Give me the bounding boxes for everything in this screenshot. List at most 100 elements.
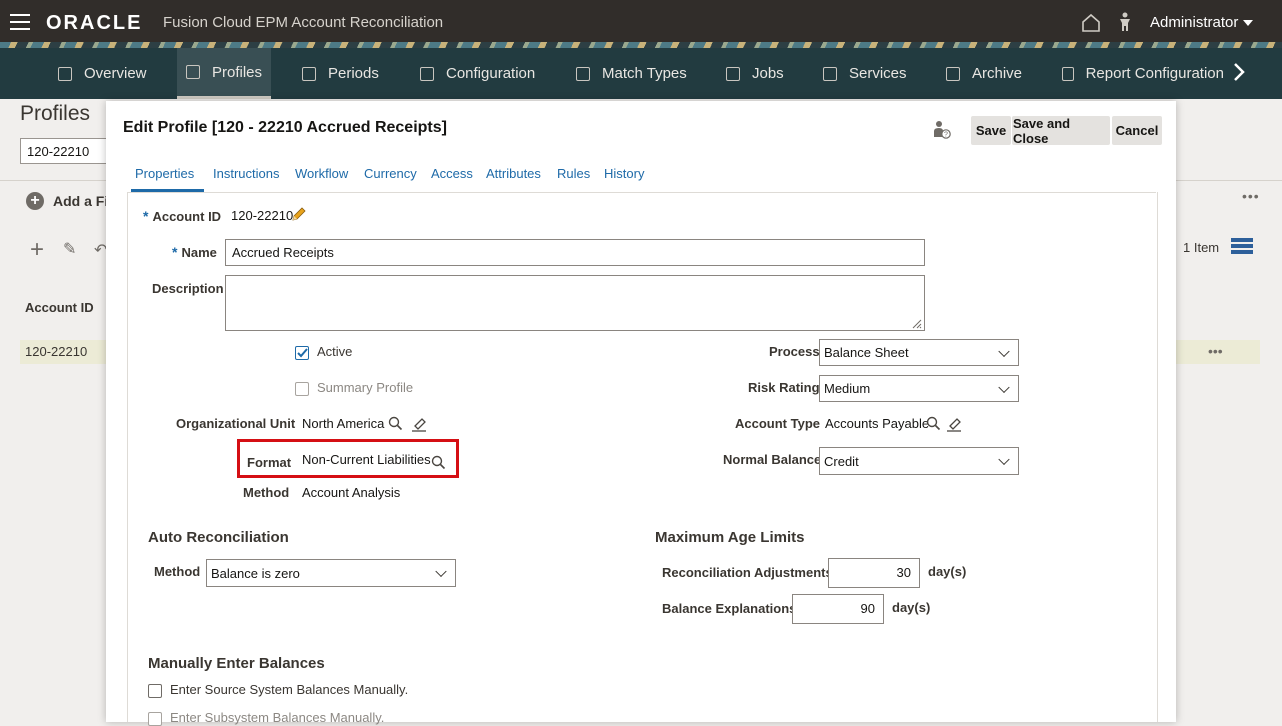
source-balances-label: Enter Source System Balances Manually.: [170, 682, 409, 697]
tab-rules[interactable]: Rules: [557, 166, 590, 181]
risk-rating-select[interactable]: Medium: [819, 375, 1019, 402]
menu-icon[interactable]: [10, 14, 30, 30]
tab-properties[interactable]: Properties: [135, 166, 194, 181]
nav-match-types[interactable]: Match Types: [576, 48, 687, 99]
nav-label: Overview: [84, 65, 147, 82]
more-actions-icon[interactable]: •••: [1242, 188, 1260, 204]
add-filter-button[interactable]: + Add a Fi: [26, 192, 108, 210]
process-select[interactable]: Balance Sheet: [819, 339, 1019, 366]
home-icon[interactable]: [1081, 13, 1101, 38]
tab-currency[interactable]: Currency: [364, 166, 417, 181]
list-view-icon[interactable]: [1231, 238, 1253, 256]
account-type-label: Account Type: [735, 416, 820, 431]
balance-explanations-input[interactable]: 90: [792, 594, 884, 624]
nav-label: Report Configuration: [1085, 65, 1224, 82]
document-match-icon: [576, 66, 590, 81]
cancel-button[interactable]: Cancel: [1112, 116, 1162, 145]
svg-text:?: ?: [944, 132, 948, 139]
auto-method-value: Balance is zero: [211, 565, 300, 581]
edit-icon[interactable]: ✎: [63, 239, 76, 259]
auto-method-select[interactable]: Balance is zero: [206, 559, 456, 587]
clear-icon[interactable]: [411, 416, 428, 437]
manual-balances-heading: Manually Enter Balances: [148, 655, 325, 672]
dialog-title: Edit Profile [120 - 22210 Accrued Receip…: [123, 119, 447, 136]
active-checkbox[interactable]: [295, 346, 309, 360]
nav-jobs[interactable]: Jobs: [726, 48, 784, 99]
balance-explanations-unit: day(s): [892, 600, 931, 615]
source-balances-checkbox[interactable]: [148, 684, 162, 698]
summary-profile-checkbox[interactable]: [295, 382, 309, 396]
user-menu[interactable]: Administrator: [1150, 14, 1238, 31]
chevron-down-icon: [435, 565, 447, 578]
column-header-account-id[interactable]: Account ID: [25, 300, 94, 315]
chevron-down-icon: [998, 381, 1010, 393]
auto-method-label: Method: [154, 564, 201, 579]
nav-archive[interactable]: Archive: [946, 48, 1022, 99]
process-value: Balance Sheet: [824, 345, 909, 360]
active-label: Active: [317, 344, 353, 359]
add-filter-label: Add a Fi: [53, 193, 109, 209]
chevron-down-icon: [998, 453, 1010, 466]
search-input[interactable]: 120-22210: [20, 138, 110, 164]
nav-profiles[interactable]: Profiles: [177, 48, 272, 99]
oracle-logo: ORACLE: [46, 12, 143, 34]
clipboard-jobs-icon: [726, 66, 740, 81]
risk-rating-label: Risk Rating: [748, 380, 820, 395]
account-type-value: Accounts Payable: [825, 416, 930, 431]
normal-balance-label: Normal Balance: [723, 452, 822, 467]
nav-label: Jobs: [752, 65, 784, 82]
clear-icon[interactable]: [946, 416, 963, 437]
account-id-label: * Account ID: [143, 208, 222, 224]
subsystem-balances-checkbox[interactable]: [148, 712, 162, 726]
nav-label: Archive: [972, 65, 1023, 82]
tab-access[interactable]: Access: [431, 166, 473, 181]
nav-services[interactable]: Services: [823, 48, 907, 99]
search-icon[interactable]: [388, 416, 403, 436]
account-id-value: 120-22210: [231, 208, 294, 223]
add-icon[interactable]: +: [30, 236, 44, 264]
nav-label: Match Types: [602, 65, 687, 82]
normal-balance-value: Credit: [824, 453, 859, 469]
help-icon[interactable]: ?: [933, 120, 951, 145]
row-actions-icon[interactable]: •••: [1208, 343, 1223, 359]
pencil-icon[interactable]: [290, 207, 306, 228]
chevron-right-icon[interactable]: [1232, 62, 1246, 88]
org-unit-value: North America: [302, 416, 385, 431]
nav-label: Periods: [328, 65, 379, 82]
description-label: Description: [152, 281, 224, 296]
report-icon: [1062, 66, 1074, 81]
item-count: 1 Item: [1183, 240, 1220, 255]
plus-circle-icon: +: [26, 192, 44, 210]
nav-periods[interactable]: Periods: [302, 48, 379, 99]
format-highlight-box: [237, 439, 459, 478]
sliders-icon: [302, 66, 316, 81]
chevron-down-icon[interactable]: [1243, 20, 1253, 26]
nav-label: Services: [849, 65, 907, 82]
nav-label: Configuration: [446, 65, 536, 82]
name-field[interactable]: Accrued Receipts: [225, 239, 925, 266]
recon-adjustments-label: Reconciliation Adjustments: [662, 565, 833, 580]
nav-label: Profiles: [212, 63, 263, 81]
nav-overview[interactable]: Overview: [58, 48, 147, 99]
balance-explanations-label: Balance Explanations: [662, 601, 797, 616]
tab-history[interactable]: History: [604, 166, 644, 181]
resize-handle-icon[interactable]: [910, 316, 922, 334]
save-button[interactable]: Save: [971, 116, 1011, 145]
tab-attributes[interactable]: Attributes: [486, 166, 541, 181]
tools-icon: [420, 66, 434, 81]
summary-profile-label: Summary Profile: [317, 380, 414, 395]
briefcase-icon: [823, 66, 837, 81]
nav-configuration[interactable]: Configuration: [420, 48, 535, 99]
tab-instructions[interactable]: Instructions: [213, 166, 279, 181]
save-and-close-button[interactable]: Save and Close: [1012, 116, 1110, 146]
normal-balance-select[interactable]: Credit: [819, 447, 1019, 475]
tab-workflow[interactable]: Workflow: [295, 166, 348, 181]
row-account-id: 120-22210: [25, 344, 88, 359]
search-icon[interactable]: [926, 416, 941, 436]
method-label: Method: [243, 485, 290, 500]
description-field[interactable]: [225, 275, 925, 331]
recon-adjustments-unit: day(s): [928, 564, 967, 579]
accessibility-icon[interactable]: [1117, 12, 1133, 37]
nav-report-configuration[interactable]: Report Configuration: [1062, 48, 1224, 99]
recon-adjustments-input[interactable]: 30: [828, 558, 920, 588]
